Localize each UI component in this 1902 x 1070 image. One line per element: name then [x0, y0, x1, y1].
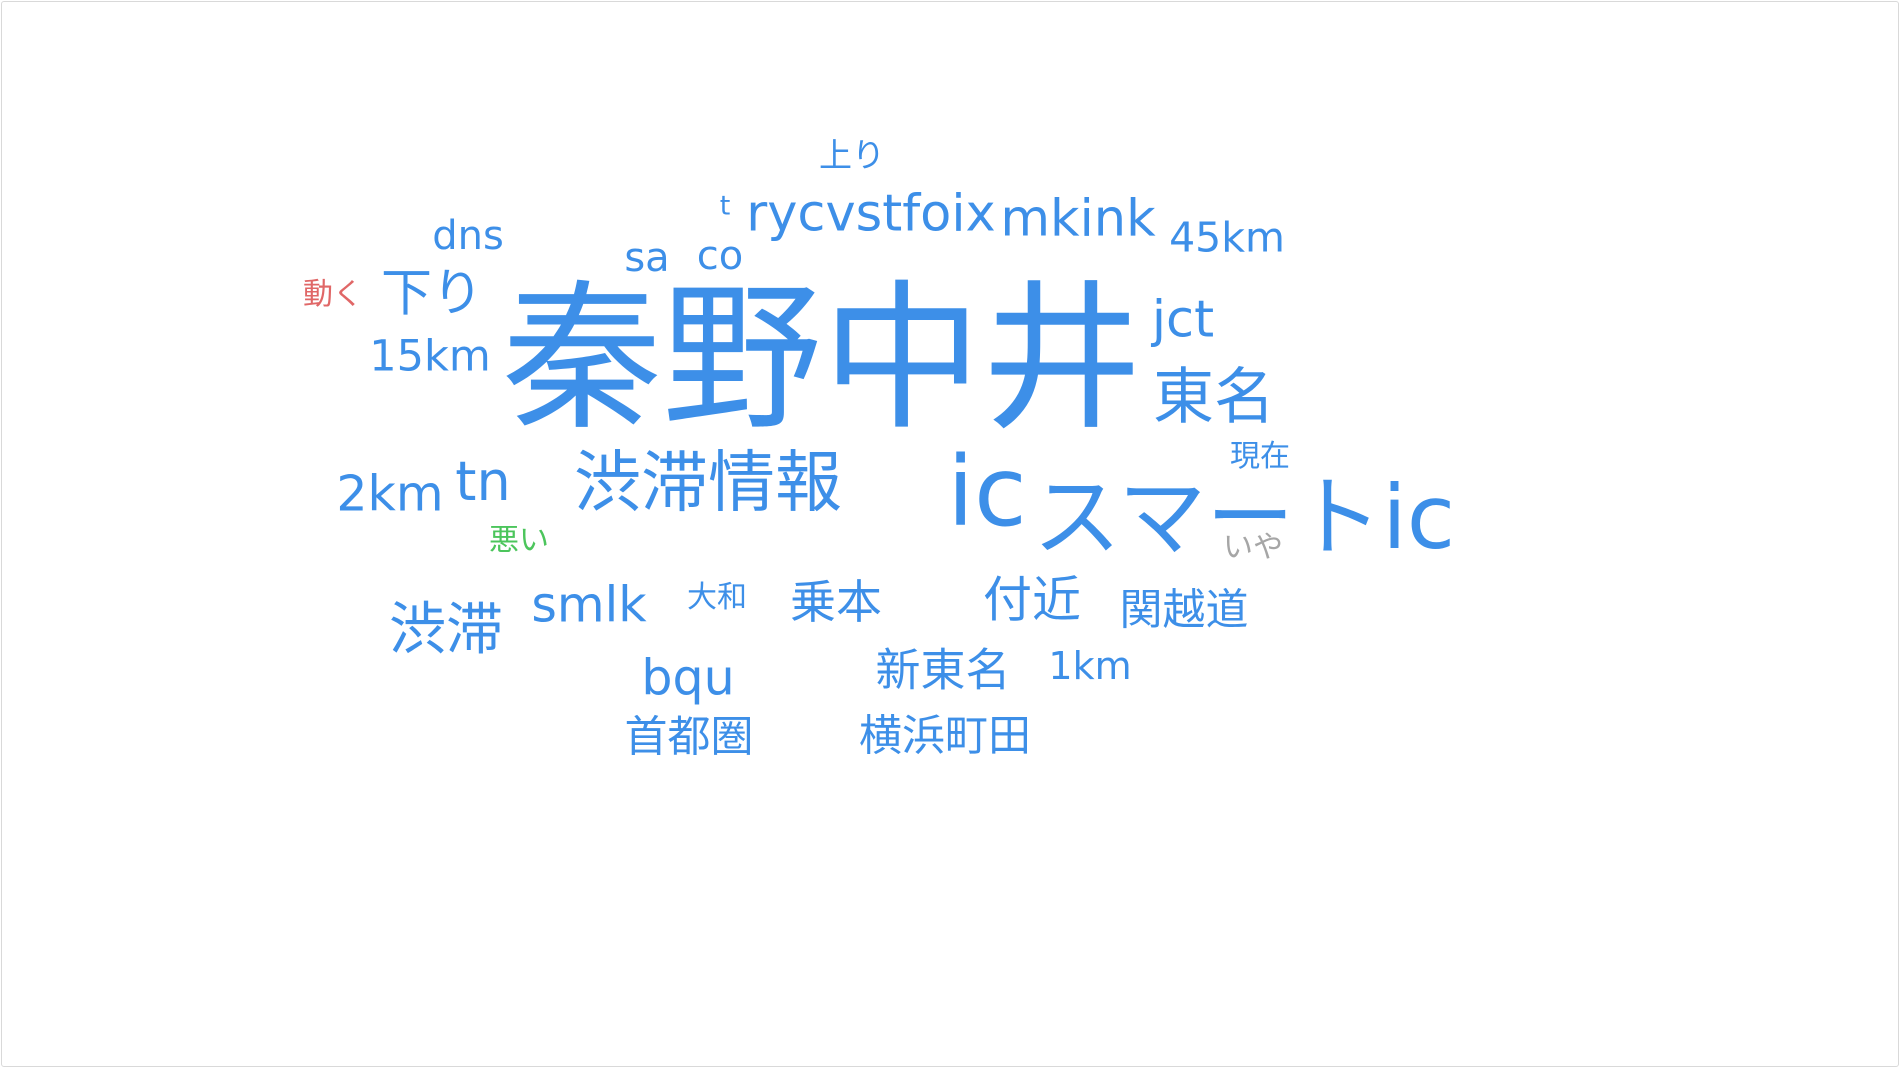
word-cloud-frame: 秦野中井 ic スマートic 渋滞情報 東名 渋滞 tn rycvstfoix …	[1, 1, 1899, 1067]
word-tomei: 東名	[1152, 361, 1276, 433]
word-yamato: 大和	[687, 580, 747, 615]
word-ic: ic	[947, 436, 1027, 548]
word-iya: いや	[1223, 530, 1283, 565]
word-fukin: 付近	[982, 571, 1082, 629]
word-yokohama-machida: 横浜町田	[859, 711, 1031, 762]
word-cloud: 秦野中井 ic スマートic 渋滞情報 東名 渋滞 tn rycvstfoix …	[2, 2, 1898, 1066]
word-rycvstfoix: rycvstfoix	[746, 184, 996, 244]
word-mkink: mkink	[1000, 189, 1156, 249]
word-jct: jct	[1151, 290, 1215, 350]
word-genzai: 現在	[1230, 439, 1290, 474]
word-45km: 45km	[1169, 213, 1285, 262]
word-tn: tn	[455, 450, 511, 513]
word-15km: 15km	[369, 331, 491, 382]
word-t: t	[719, 190, 731, 222]
word-hadano-nakai: 秦野中井	[501, 265, 1143, 452]
word-shin-tomei: 新東名	[875, 643, 1011, 697]
word-smlk: smlk	[531, 576, 647, 634]
word-kudari: 下り	[380, 264, 484, 324]
word-ugoku: 動く	[303, 277, 363, 312]
word-sa: sa	[624, 235, 670, 281]
word-1km: 1km	[1048, 644, 1132, 688]
word-johon: 乗本	[790, 575, 882, 629]
word-jutai: 渋滞	[389, 596, 503, 663]
word-warui: 悪い	[489, 523, 549, 558]
word-2km: 2km	[336, 465, 444, 523]
word-shutoken: 首都圏	[624, 712, 754, 763]
word-dns: dns	[432, 213, 504, 259]
word-jutai-joho: 渋滞情報	[574, 443, 842, 522]
word-bqu: bqu	[641, 649, 735, 707]
word-co: co	[696, 233, 744, 279]
word-nobori: 上り	[819, 135, 885, 175]
word-kanetsu-do: 関越道	[1119, 585, 1249, 636]
